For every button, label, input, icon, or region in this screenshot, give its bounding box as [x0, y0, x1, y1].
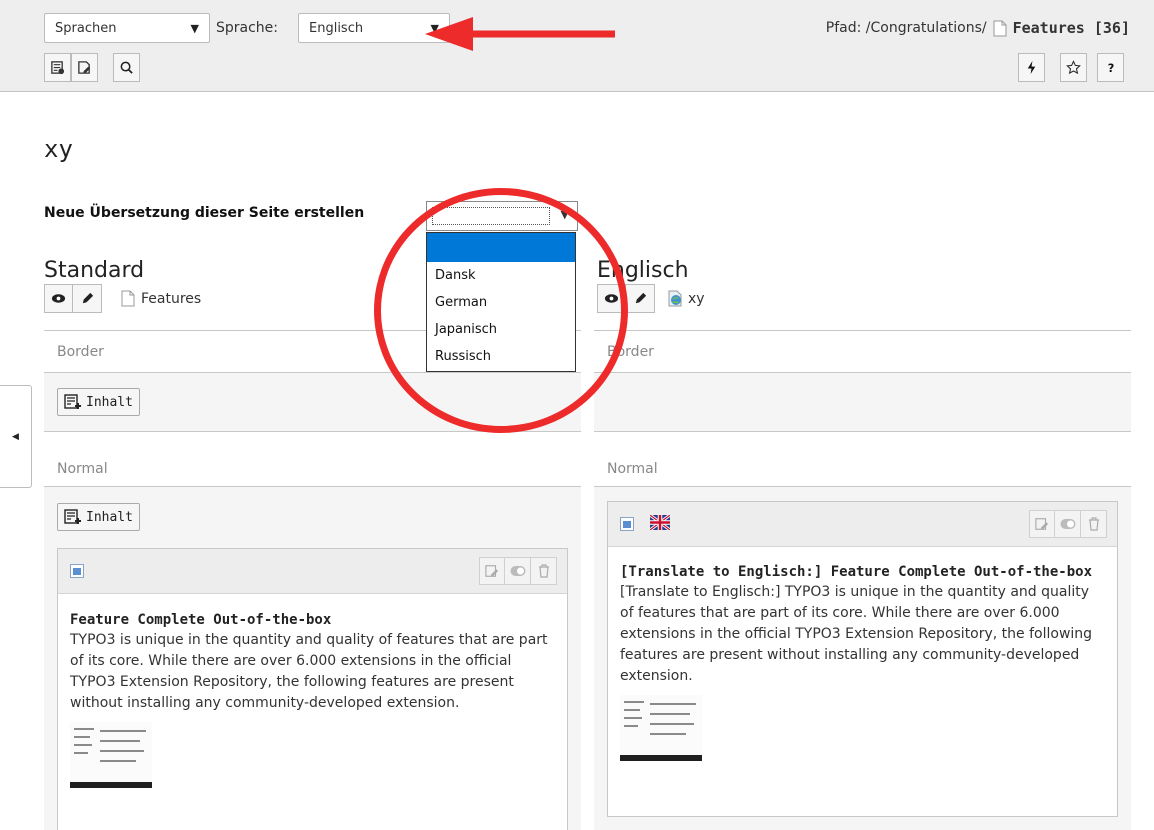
divider	[594, 431, 1131, 432]
flash-button[interactable]	[1018, 53, 1045, 82]
edit-translation-properties-button[interactable]	[626, 284, 655, 313]
column-heading-englisch: Englisch	[597, 258, 689, 283]
delete-content-button[interactable]	[531, 557, 557, 585]
left-page-link[interactable]: Features	[121, 290, 201, 307]
left-page-actions	[44, 284, 102, 313]
flag-uk-icon	[650, 515, 670, 530]
content-element-body: [Translate to Englisch:] Feature Complet…	[608, 547, 1117, 761]
content-element-text: [Translate to Englisch:] TYPO3 is unique…	[620, 584, 1093, 684]
add-content-button-normal[interactable]: Inhalt	[57, 503, 140, 531]
select-focus-ring	[432, 207, 550, 225]
clear-cache-icon	[51, 61, 65, 75]
divider	[44, 431, 581, 432]
left-page-name: Features	[141, 290, 202, 307]
dropdown-option-japanisch[interactable]: Japanisch	[427, 316, 575, 343]
divider	[594, 330, 1131, 331]
path-page: Features [36]	[1012, 19, 1130, 37]
new-translation-dropdown: Dansk German Japanisch Russisch	[426, 232, 576, 372]
content-element-title: [Translate to Englisch:] Feature Complet…	[620, 564, 1093, 580]
add-content-icon	[64, 394, 81, 409]
content-element-tools	[479, 557, 557, 585]
edit-content-button[interactable]	[479, 557, 505, 585]
delete-content-button[interactable]	[1081, 510, 1107, 538]
content-element-thumbnail	[620, 695, 702, 761]
edit-content-button[interactable]	[1029, 510, 1055, 538]
dropdown-option-empty[interactable]	[427, 233, 575, 262]
dropdown-option-german[interactable]: German	[427, 289, 575, 316]
svg-text:?: ?	[1108, 62, 1115, 75]
annotation-arrow	[425, 17, 615, 51]
content-element-card: Feature Complete Out-of-the-box TYPO3 is…	[57, 548, 568, 830]
new-translation-select[interactable]: ▼	[426, 201, 578, 231]
dropdown-option-dansk[interactable]: Dansk	[427, 262, 575, 289]
bookmark-button[interactable]	[1060, 53, 1087, 82]
content-element-header	[58, 549, 567, 594]
hide-content-toggle[interactable]	[1055, 510, 1081, 538]
dropdown-option-russisch[interactable]: Russisch	[427, 343, 575, 370]
content-element-body: Feature Complete Out-of-the-box TYPO3 is…	[58, 594, 567, 788]
translated-content-element-card: [Translate to Englisch:] Feature Complet…	[607, 501, 1118, 817]
new-translation-label: Neue Übersetzung dieser Seite erstellen	[44, 205, 365, 221]
content-element-text: TYPO3 is unique in the quantity and qual…	[70, 632, 548, 711]
language-select-value: Englisch	[309, 20, 364, 36]
search-icon	[120, 61, 133, 74]
language-label: Sprache:	[216, 20, 279, 36]
content-element-header	[608, 502, 1117, 547]
toggle-icon	[1060, 519, 1075, 529]
add-content-icon	[64, 509, 81, 524]
add-content-button-border[interactable]: Inhalt	[57, 388, 140, 416]
eye-icon	[604, 294, 619, 303]
page-icon	[121, 290, 135, 307]
chevron-left-icon: ◀	[12, 431, 19, 442]
flash-icon	[1027, 60, 1036, 75]
content-element-icon	[620, 517, 634, 531]
section-label-border: Border	[57, 344, 104, 360]
trash-icon	[1088, 517, 1099, 531]
search-button[interactable]	[113, 53, 140, 82]
content-element-icon	[70, 564, 84, 578]
hide-content-toggle[interactable]	[505, 557, 531, 585]
breadcrumb: Pfad: /Congratulations/ Features [36]	[826, 19, 1130, 37]
module-select[interactable]: Sprachen ▼	[44, 13, 210, 43]
trash-icon	[538, 564, 549, 578]
pencil-icon	[82, 292, 93, 304]
view-page-button[interactable]	[44, 284, 73, 313]
chevron-down-icon: ▼	[190, 21, 199, 35]
edit-icon	[485, 565, 499, 577]
sidebar-toggle[interactable]: ◀	[0, 385, 32, 488]
content-element-tools	[1029, 510, 1107, 538]
star-icon	[1066, 60, 1081, 75]
edit-page-properties-button[interactable]	[73, 284, 102, 313]
right-page-link[interactable]: xy	[668, 290, 705, 307]
edit-icon	[1035, 518, 1049, 530]
pencil-icon	[635, 292, 646, 304]
edit-page-icon	[78, 61, 91, 74]
chevron-down-icon: ▼	[560, 208, 569, 221]
edit-page-button[interactable]	[71, 53, 98, 82]
globe-page-icon	[668, 290, 682, 307]
right-page-actions	[597, 284, 655, 313]
right-page-name: xy	[688, 290, 705, 307]
section-label-normal: Normal	[57, 461, 108, 477]
border-area	[594, 373, 1131, 431]
view-translation-button[interactable]	[597, 284, 626, 313]
help-icon: ?	[1108, 62, 1115, 75]
add-content-label: Inhalt	[86, 509, 133, 525]
clear-cache-button[interactable]	[44, 53, 71, 82]
content-element-thumbnail	[70, 722, 152, 788]
module-select-value: Sprachen	[55, 20, 117, 36]
toggle-icon	[510, 566, 525, 576]
section-label-normal: Normal	[607, 461, 658, 477]
add-content-label: Inhalt	[86, 394, 133, 410]
eye-icon	[51, 294, 66, 303]
page-title: xy	[44, 135, 73, 163]
column-heading-standard: Standard	[44, 258, 145, 283]
page-icon	[993, 20, 1007, 36]
section-label-border: Border	[607, 344, 654, 360]
content-element-title: Feature Complete Out-of-the-box	[70, 612, 332, 628]
help-button[interactable]: ?	[1097, 53, 1124, 82]
path-label: Pfad: /Congratulations/	[825, 20, 987, 36]
